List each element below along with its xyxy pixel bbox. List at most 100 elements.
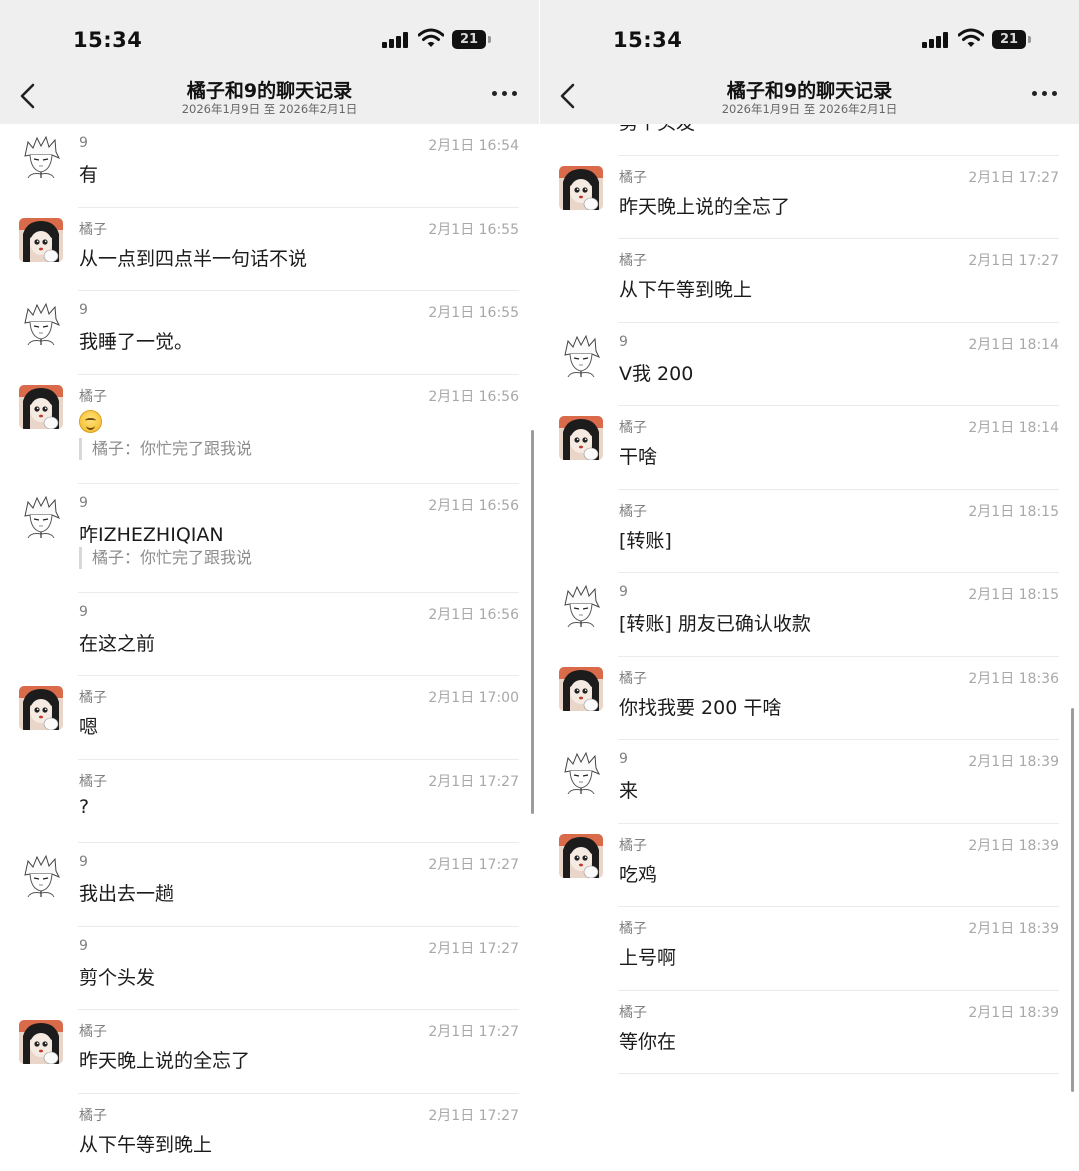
sender-name: 9 bbox=[619, 584, 628, 600]
chat-history-panel-right: 15:34 21 橘子和9的聊天记录 2026年1月9日 至 2026年2月1日 bbox=[540, 0, 1079, 1171]
wifi-icon bbox=[418, 28, 444, 47]
message-timestamp: 2月1日 16:55 bbox=[428, 305, 519, 321]
message-text: 在这之前 bbox=[79, 632, 156, 655]
sender-name: 橘子 bbox=[79, 1024, 107, 1040]
message-timestamp: 2月1日 16:56 bbox=[428, 497, 519, 514]
message-row[interactable]: 橘子 2月1日 18:15 [转账] bbox=[540, 490, 1079, 573]
message-row[interactable]: 橘子 2月1日 17:27? bbox=[0, 760, 539, 843]
date-range: 2026年1月9日 至 2026年2月1日 bbox=[721, 102, 898, 116]
message-timestamp: 2月1日 17:27 bbox=[968, 253, 1059, 269]
message-timestamp: 2月1日 16:54 bbox=[428, 138, 519, 154]
nav-bar: 橘子和9的聊天记录 2026年1月9日 至 2026年2月1日 bbox=[0, 70, 539, 124]
nav-bar: 橘子和9的聊天记录 2026年1月9日 至 2026年2月1日 bbox=[540, 70, 1079, 124]
message-timestamp: 2月1日 18:36 bbox=[968, 670, 1059, 687]
message-text: 我出去一趟 bbox=[79, 883, 175, 905]
avatar-juzi[interactable] bbox=[559, 833, 603, 878]
avatar-9[interactable] bbox=[19, 301, 63, 345]
message-text: 嗯 bbox=[79, 716, 99, 738]
message-row[interactable]: 橘子 2月1日 18:39 吃鸡 bbox=[540, 824, 1079, 907]
status-bar: 15:34 21 bbox=[0, 0, 539, 70]
avatar-9[interactable] bbox=[19, 853, 63, 897]
message-timestamp: 2月1日 17:27 bbox=[428, 940, 519, 957]
battery-tip bbox=[488, 36, 491, 43]
message-timestamp: 2月1日 17:27 bbox=[428, 1024, 519, 1040]
battery-tip bbox=[1028, 36, 1031, 43]
avatar-juzi[interactable] bbox=[19, 384, 63, 429]
message-text: 从下午等到晚上 bbox=[619, 279, 753, 301]
message-text: 从一点到四点半一句话不说 bbox=[79, 247, 308, 270]
message-row[interactable]: 9 2月1日 18:14 V我 200 bbox=[540, 323, 1079, 406]
message-text: [转账] 朋友已确认收款 bbox=[619, 613, 811, 635]
message-text: 剪个头发 bbox=[79, 966, 156, 989]
header: 15:34 21 橘子和9的聊天记录 2026年1月9日 至 2026年2月1日 bbox=[540, 0, 1079, 124]
cellular-signal-icon bbox=[382, 32, 410, 48]
message-row[interactable]: 9 2月1日 16:56 咋IZHEZHIQIAN 橘子：你忙完了跟我说 bbox=[0, 484, 539, 593]
message-row[interactable]: 橘子 2月1日 17:00 嗯 bbox=[0, 676, 539, 760]
avatar-juzi[interactable] bbox=[559, 416, 603, 460]
avatar-9[interactable] bbox=[19, 134, 63, 178]
message-text: 上号啊 bbox=[619, 947, 677, 969]
message-text: 等你在 bbox=[619, 1030, 677, 1053]
avatar-juzi[interactable] bbox=[19, 1020, 63, 1064]
message-row[interactable]: 橘子 2月1日 17:27 从下午等到晚上 bbox=[0, 1094, 539, 1171]
message-row[interactable]: 橘子 2月1日 18:36 你找我要 200 干啥 bbox=[540, 657, 1079, 740]
battery-icon: 21 bbox=[992, 30, 1026, 49]
message-timestamp: 2月1日 18:15 bbox=[968, 587, 1059, 603]
quoted-reply[interactable]: 橘子：你忙完了跟我说 bbox=[79, 546, 252, 569]
message-row[interactable]: 橘子 2月1日 16:55 从一点到四点半一句话不说 bbox=[0, 208, 539, 291]
scrollbar[interactable] bbox=[1071, 708, 1074, 1092]
message-row[interactable]: 9 2月1日 18:15 [转账] 朋友已确认收款 bbox=[540, 573, 1079, 657]
message-row[interactable]: 橘子 2月1日 18:39 上号啊 bbox=[540, 907, 1079, 991]
message-row[interactable]: 9 2月1日 17:27 我出去一趟 bbox=[0, 843, 539, 927]
message-text: 吃鸡 bbox=[619, 863, 658, 886]
message-timestamp: 2月1日 18:14 bbox=[968, 336, 1059, 353]
avatar-9[interactable] bbox=[559, 332, 603, 377]
date-range: 2026年1月9日 至 2026年2月1日 bbox=[181, 102, 358, 116]
sender-name: 橘子 bbox=[619, 503, 647, 520]
avatar-9[interactable] bbox=[559, 583, 603, 627]
message-row[interactable]: 9 2月1日 16:56 在这之前 bbox=[0, 593, 539, 676]
avatar-juzi[interactable] bbox=[19, 686, 63, 730]
more-dots-icon[interactable] bbox=[490, 88, 520, 100]
avatar-juzi[interactable] bbox=[559, 165, 603, 210]
sender-name: 9 bbox=[619, 333, 628, 350]
message-list[interactable]: 9 2月1日 16:54 有橘子 2月1日 16:55 从一点到四点半一句话不说 9 2月1… bbox=[0, 124, 539, 1171]
avatar-juzi[interactable] bbox=[19, 217, 63, 262]
page-title: 橘子和9的聊天记录 bbox=[726, 80, 893, 102]
message-row[interactable]: 9 2月1日 16:54 有 bbox=[0, 124, 539, 208]
message-row[interactable]: 橘子 2月1日 17:27 昨天晚上说的全忘了 bbox=[540, 156, 1079, 239]
message-text: 我睡了一觉。 bbox=[79, 331, 194, 353]
message-row[interactable]: 橘子 2月1日 17:27 从下午等到晚上 bbox=[540, 239, 1079, 323]
sender-name: 9 bbox=[79, 854, 88, 870]
more-dots-icon[interactable] bbox=[1030, 88, 1060, 100]
scrollbar[interactable] bbox=[531, 430, 534, 814]
sender-name: 橘子 bbox=[619, 921, 647, 937]
avatar-9[interactable] bbox=[559, 750, 603, 794]
message-text: 你找我要 200 干啥 bbox=[619, 696, 782, 719]
sender-name: 橘子 bbox=[619, 169, 647, 186]
message-text: 昨天晚上说的全忘了 bbox=[79, 1050, 251, 1072]
message-row[interactable]: 橘子 2月1日 16:56 橘子：你忙完了跟我说 bbox=[0, 375, 539, 484]
cellular-signal-icon bbox=[922, 32, 950, 48]
message-list[interactable]: 92月1日 17:27剪个头发橘子2月1日 17:27昨天晚上说的全忘了橘子2月… bbox=[540, 124, 1079, 1171]
message-text: 有 bbox=[79, 164, 99, 186]
quoted-reply[interactable]: 橘子：你忙完了跟我说 bbox=[79, 437, 252, 460]
message-row[interactable]: 橘子 2月1日 17:27 昨天晚上说的全忘了 bbox=[0, 1010, 539, 1094]
message-timestamp: 2月1日 17:27 bbox=[428, 1107, 519, 1124]
message-row[interactable]: 9 2月1日 18:39 来 bbox=[540, 740, 1079, 824]
message-row[interactable]: 9 2月1日 16:55 我睡了一觉。 bbox=[0, 291, 539, 375]
sender-name: 9 bbox=[619, 751, 628, 767]
message-row[interactable]: 92月1日 17:27剪个头发 bbox=[540, 124, 1079, 156]
avatar-juzi[interactable] bbox=[559, 666, 603, 711]
message-text: 从下午等到晚上 bbox=[79, 1133, 213, 1156]
message-row[interactable]: 92月1日 17:27剪个头发 bbox=[0, 927, 539, 1010]
message-timestamp: 2月1日 16:56 bbox=[428, 606, 519, 623]
message-row[interactable]: 橘子 2月1日 18:39 等你在 bbox=[540, 991, 1079, 1074]
sender-name: 橘子 bbox=[619, 1004, 647, 1021]
sender-name: 橘子 bbox=[619, 837, 647, 854]
sender-name: 橘子 bbox=[79, 690, 107, 706]
wifi-icon bbox=[958, 28, 984, 47]
message-row[interactable]: 橘子 2月1日 18:14 干啥 bbox=[540, 406, 1079, 490]
chat-history-panel-left: 15:34 21 橘子和9的聊天记录 2026年1月9日 至 2026年2月1日 bbox=[0, 0, 539, 1171]
avatar-9[interactable] bbox=[19, 493, 63, 538]
